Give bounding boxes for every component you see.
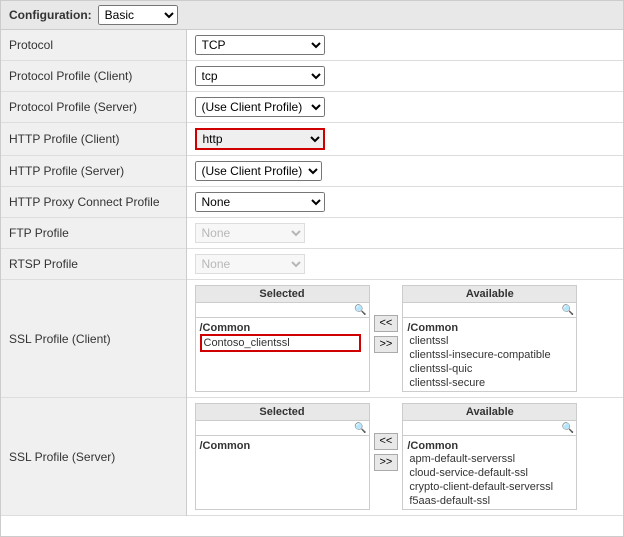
ssl-server-available-panel: Available 🔍 /Common apm-default-serverss… bbox=[402, 403, 577, 510]
http-profile-server-row: HTTP Profile (Server) (Use Client Profil… bbox=[1, 156, 623, 187]
ssl-client-selected-search-row: 🔍 bbox=[196, 303, 369, 318]
ssl-server-available-search[interactable] bbox=[405, 422, 562, 434]
list-item[interactable]: clientssl bbox=[407, 334, 572, 348]
http-proxy-connect-value: None bbox=[186, 187, 623, 218]
ssl-server-move-right-btn[interactable]: >> bbox=[374, 454, 399, 471]
ssl-profile-client-value: Selected 🔍 /Common Contoso_clientssl bbox=[186, 280, 623, 398]
ssl-client-available-search-row: 🔍 bbox=[403, 303, 576, 318]
ssl-server-selected-title: Selected bbox=[195, 403, 370, 420]
http-profile-client-label: HTTP Profile (Client) bbox=[1, 123, 186, 156]
ftp-profile-label: FTP Profile bbox=[1, 218, 186, 249]
ssl-server-move-left-btn[interactable]: << bbox=[374, 433, 399, 450]
search-icon-avail: 🔍 bbox=[562, 305, 574, 316]
protocol-select[interactable]: TCP UDP bbox=[195, 35, 325, 55]
list-item[interactable]: pcoip-default-serverssl bbox=[407, 508, 572, 510]
form-table: Protocol TCP UDP Protocol Profile (Clien… bbox=[1, 30, 623, 516]
search-icon-server-avail: 🔍 bbox=[562, 423, 574, 434]
ssl-server-selected-search-row: 🔍 bbox=[196, 421, 369, 436]
protocol-profile-client-row: Protocol Profile (Client) tcp bbox=[1, 61, 623, 92]
protocol-label: Protocol bbox=[1, 30, 186, 61]
list-item[interactable]: cloud-service-default-ssl bbox=[407, 466, 572, 480]
rtsp-profile-value: None bbox=[186, 249, 623, 280]
ssl-client-move-right-btn[interactable]: >> bbox=[374, 336, 399, 353]
ssl-client-selected-group: /Common bbox=[200, 322, 365, 334]
config-bar: Configuration: Basic Advanced bbox=[1, 1, 623, 30]
http-proxy-connect-select[interactable]: None bbox=[195, 192, 325, 212]
ssl-client-selected-list[interactable]: 🔍 /Common Contoso_clientssl bbox=[195, 302, 370, 392]
ssl-server-available-search-row: 🔍 bbox=[403, 421, 576, 436]
list-item[interactable]: clientssl-secure bbox=[407, 376, 572, 390]
ssl-server-selected-group: /Common bbox=[200, 440, 365, 452]
ssl-server-available-title: Available bbox=[402, 403, 577, 420]
ssl-server-available-content: /Common apm-default-serverssl cloud-serv… bbox=[403, 436, 576, 510]
ssl-profile-server-value: Selected 🔍 /Common bbox=[186, 398, 623, 516]
ftp-profile-select: None bbox=[195, 223, 305, 243]
ssl-client-arrows: << >> bbox=[374, 285, 399, 353]
ssl-client-available-group: /Common bbox=[407, 322, 572, 334]
rtsp-profile-label: RTSP Profile bbox=[1, 249, 186, 280]
ssl-server-available-list[interactable]: 🔍 /Common apm-default-serverssl cloud-se… bbox=[402, 420, 577, 510]
ssl-client-container: Selected 🔍 /Common Contoso_clientssl bbox=[195, 285, 616, 392]
ssl-server-container: Selected 🔍 /Common bbox=[195, 403, 616, 510]
search-icon: 🔍 bbox=[354, 305, 366, 316]
protocol-row: Protocol TCP UDP bbox=[1, 30, 623, 61]
ssl-client-available-content: /Common clientssl clientssl-insecure-com… bbox=[403, 318, 576, 392]
ssl-client-available-panel: Available 🔍 /Common clientssl clientssl-… bbox=[402, 285, 577, 392]
ssl-server-selected-list[interactable]: 🔍 /Common bbox=[195, 420, 370, 510]
ssl-client-selected-panel: Selected 🔍 /Common Contoso_clientssl bbox=[195, 285, 370, 392]
ssl-profile-server-row: SSL Profile (Server) Selected 🔍 /Common bbox=[1, 398, 623, 516]
http-profile-server-value: (Use Client Profile) bbox=[186, 156, 623, 187]
rtsp-profile-row: RTSP Profile None bbox=[1, 249, 623, 280]
ftp-profile-row: FTP Profile None bbox=[1, 218, 623, 249]
ssl-client-available-search[interactable] bbox=[405, 304, 562, 316]
protocol-profile-server-label: Protocol Profile (Server) bbox=[1, 92, 186, 123]
ssl-server-selected-panel: Selected 🔍 /Common bbox=[195, 403, 370, 510]
ssl-client-available-title: Available bbox=[402, 285, 577, 302]
ssl-client-selected-title: Selected bbox=[195, 285, 370, 302]
protocol-profile-client-select[interactable]: tcp bbox=[195, 66, 325, 86]
http-proxy-connect-row: HTTP Proxy Connect Profile None bbox=[1, 187, 623, 218]
rtsp-profile-select: None bbox=[195, 254, 305, 274]
search-icon-server-sel: 🔍 bbox=[354, 423, 366, 434]
ssl-client-selected-item[interactable]: Contoso_clientssl bbox=[200, 334, 361, 352]
http-proxy-connect-label: HTTP Proxy Connect Profile bbox=[1, 187, 186, 218]
protocol-profile-server-value: (Use Client Profile) bbox=[186, 92, 623, 123]
list-item[interactable]: crypto-client-default-serverssl bbox=[407, 480, 572, 494]
list-item[interactable]: f5aas-default-ssl bbox=[407, 494, 572, 508]
ssl-client-move-left-btn[interactable]: << bbox=[374, 315, 399, 332]
list-item[interactable]: crypto-server-default-clientssl bbox=[407, 390, 572, 392]
protocol-profile-client-value: tcp bbox=[186, 61, 623, 92]
protocol-profile-client-label: Protocol Profile (Client) bbox=[1, 61, 186, 92]
protocol-profile-server-select[interactable]: (Use Client Profile) bbox=[195, 97, 325, 117]
ssl-server-selected-search[interactable] bbox=[198, 422, 355, 434]
http-profile-client-row: HTTP Profile (Client) http None bbox=[1, 123, 623, 156]
ssl-profile-server-label: SSL Profile (Server) bbox=[1, 398, 186, 516]
http-profile-client-value: http None bbox=[186, 123, 623, 156]
config-label: Configuration: bbox=[9, 8, 92, 22]
ssl-client-available-list[interactable]: 🔍 /Common clientssl clientssl-insecure-c… bbox=[402, 302, 577, 392]
list-item[interactable]: apm-default-serverssl bbox=[407, 452, 572, 466]
ssl-server-available-group: /Common bbox=[407, 440, 572, 452]
ssl-server-arrows: << >> bbox=[374, 403, 399, 471]
ftp-profile-value: None bbox=[186, 218, 623, 249]
ssl-profile-client-label: SSL Profile (Client) bbox=[1, 280, 186, 398]
page-wrapper: Configuration: Basic Advanced Protocol T… bbox=[0, 0, 624, 537]
http-profile-server-label: HTTP Profile (Server) bbox=[1, 156, 186, 187]
http-profile-server-select[interactable]: (Use Client Profile) bbox=[195, 161, 322, 181]
ssl-client-selected-content: /Common Contoso_clientssl bbox=[196, 318, 369, 354]
ssl-profile-client-row: SSL Profile (Client) Selected 🔍 /Common bbox=[1, 280, 623, 398]
list-item[interactable]: clientssl-quic bbox=[407, 362, 572, 376]
config-select[interactable]: Basic Advanced bbox=[98, 5, 178, 25]
list-item[interactable]: clientssl-insecure-compatible bbox=[407, 348, 572, 362]
ssl-server-selected-content: /Common bbox=[196, 436, 369, 454]
ssl-client-selected-search[interactable] bbox=[198, 304, 355, 316]
protocol-profile-server-row: Protocol Profile (Server) (Use Client Pr… bbox=[1, 92, 623, 123]
protocol-value: TCP UDP bbox=[186, 30, 623, 61]
http-profile-client-select[interactable]: http None bbox=[195, 128, 325, 150]
